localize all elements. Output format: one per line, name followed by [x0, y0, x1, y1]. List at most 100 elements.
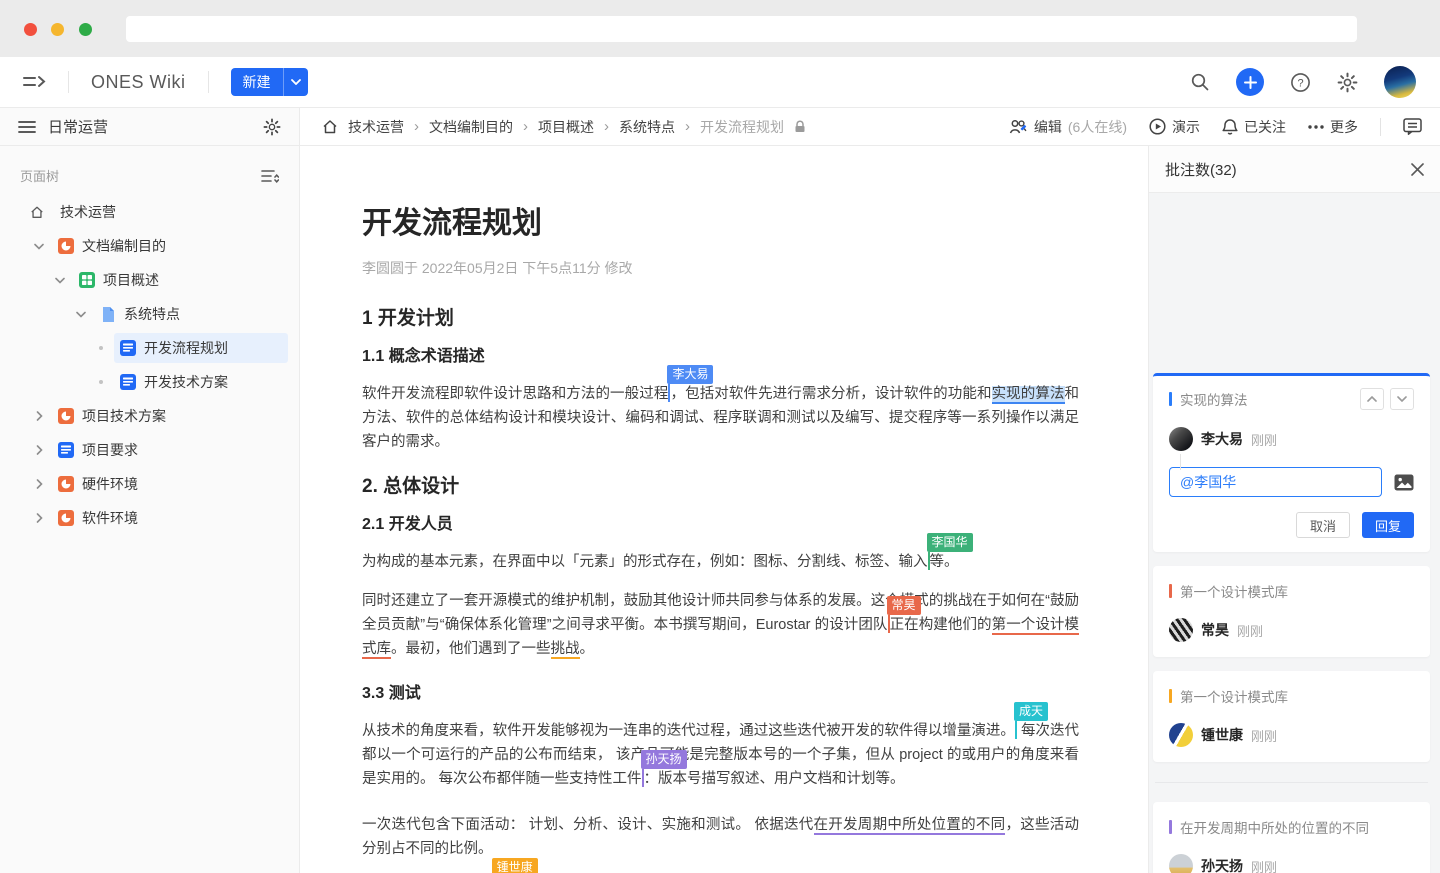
chevron-right-icon[interactable] [32, 411, 46, 421]
chevron-right-icon[interactable] [32, 445, 46, 455]
avatar [1169, 427, 1193, 451]
comments-list: 实现的算法 李大易 刚刚 [1149, 193, 1440, 873]
heading-1: 1 开发计划 [362, 308, 1079, 329]
comments-panel-header: 批注数(32) [1149, 146, 1440, 193]
window-minimize-button[interactable] [51, 23, 64, 36]
sidebar-collapse-icon[interactable] [22, 73, 46, 91]
chevron-down-icon[interactable] [74, 311, 88, 318]
breadcrumb-item[interactable]: 技术运营 [348, 117, 404, 137]
chevron-right-icon: › [523, 118, 528, 135]
menu-icon[interactable] [18, 120, 36, 134]
collab-cursor-label: 李大易 [667, 365, 713, 384]
comment-icon[interactable] [1403, 118, 1422, 135]
breadcrumb-item[interactable]: 文档编制目的 [429, 117, 513, 137]
window-zoom-button[interactable] [79, 23, 92, 36]
pie-page-icon [58, 238, 74, 254]
close-icon[interactable] [1411, 163, 1424, 176]
grid-page-icon [79, 272, 95, 288]
follow-button[interactable]: 已关注 [1222, 117, 1286, 137]
space-gear-icon[interactable] [263, 118, 281, 136]
comments-panel: 批注数(32) 实现的算法 李大易 刚刚 [1148, 146, 1440, 873]
tree-item-system-features[interactable]: 系统特点 [0, 297, 299, 331]
divider [208, 71, 209, 93]
heading-2-1: 2.1 开发人员 [362, 516, 1079, 534]
doc-page-icon [58, 442, 74, 458]
collab-cursor-label: 成天 [1014, 702, 1048, 721]
sidebar-header: 日常运营 [0, 108, 299, 146]
tree-item-project-overview[interactable]: 项目概述 [0, 263, 299, 297]
paragraph: 同时还建立了一套开源模式的维护机制，鼓励其他设计师共同参与体系的发展。这个模式的… [362, 589, 1079, 661]
help-icon[interactable]: ? [1290, 72, 1311, 93]
tree-item-project-requirements[interactable]: 项目要求 [0, 433, 299, 467]
more-button[interactable]: 更多 [1308, 117, 1358, 137]
chevron-right-icon[interactable] [32, 479, 46, 489]
collab-cursor-label: 李国华 [927, 533, 973, 552]
tree-item-doc-purpose[interactable]: 文档编制目的 [0, 229, 299, 263]
svg-text:?: ? [1297, 77, 1303, 89]
next-comment-button[interactable] [1390, 388, 1414, 410]
address-bar[interactable] [126, 16, 1357, 42]
quoted-text: 在开发周期中所处的位置的不同 [1180, 817, 1414, 837]
pie-page-icon [58, 510, 74, 526]
comment-time: 刚刚 [1251, 430, 1277, 449]
new-button-label[interactable]: 新建 [231, 68, 283, 96]
collab-caret: 李大易 [668, 384, 670, 402]
tree-item-dev-tech-plan[interactable]: 开发技术方案 [0, 365, 299, 399]
doc-page-icon [120, 340, 136, 356]
sidebar: 日常运营 页面树 技术运营 文档编制目的 [0, 108, 300, 873]
heading-3-3: 3.3 测试 [362, 685, 1079, 703]
space-title: 日常运营 [48, 116, 108, 137]
cancel-button[interactable]: 取消 [1296, 512, 1350, 538]
window-close-button[interactable] [24, 23, 37, 36]
annotation-underline[interactable]: 在开发周期中所处位置的不同 [814, 817, 1006, 835]
create-plus-icon[interactable] [1236, 68, 1264, 96]
comments-count-title: 批注数(32) [1165, 159, 1237, 180]
paragraph: 从技术的角度来看，软件开发能够视为一连串的迭代过程，通过这些迭代被开发的软件得以… [362, 719, 1079, 791]
user-avatar[interactable] [1384, 66, 1416, 98]
new-button-dropdown[interactable] [283, 68, 308, 96]
tree-item-project-tech-plan[interactable]: 项目技术方案 [0, 399, 299, 433]
collab-cursor-label: 孙天扬 [641, 750, 687, 769]
breadcrumb-item[interactable]: 项目概述 [538, 117, 594, 137]
home-icon[interactable] [322, 119, 338, 135]
chevron-right-icon: › [414, 118, 419, 135]
quoted-text: 第一个设计模式库 [1180, 581, 1414, 601]
new-button[interactable]: 新建 [231, 68, 308, 96]
annotation-highlight[interactable]: 实现的算法 [992, 386, 1065, 404]
paragraph: 一次迭代包含下面活动： 计划、分析、设计、实施和测试。 依据迭代在开发周期中所处… [362, 813, 1079, 861]
tree-item-tech-ops[interactable]: 技术运营 [0, 195, 299, 229]
collab-caret: 李国华 [928, 552, 930, 570]
bullet-icon [99, 380, 103, 384]
reply-input[interactable] [1169, 467, 1382, 497]
breadcrumb-item[interactable]: 系统特点 [619, 117, 675, 137]
reply-button[interactable]: 回复 [1362, 512, 1414, 538]
search-icon[interactable] [1190, 72, 1210, 92]
pie-page-icon [58, 408, 74, 424]
avatar [1169, 618, 1193, 642]
chevron-right-icon[interactable] [32, 513, 46, 523]
comment-author: 锺世康 [1201, 725, 1243, 745]
comment-card[interactable]: 在开发周期中所处的位置的不同 孙天扬 刚刚 [1153, 802, 1430, 873]
collab-caret: 常昊 [888, 615, 890, 633]
comment-card[interactable]: 第一个设计模式库 锺世康 刚刚 [1153, 671, 1430, 762]
prev-comment-button[interactable] [1360, 388, 1384, 410]
collab-caret: 成天 [1015, 721, 1017, 739]
chevron-right-icon: › [685, 118, 690, 135]
edit-button[interactable]: 编辑 (6人在线) [1009, 117, 1127, 137]
chevron-down-icon[interactable] [53, 277, 67, 284]
comment-card[interactable]: 第一个设计模式库 常昊 刚刚 [1153, 566, 1430, 657]
annotation-underline[interactable]: 挑战 [551, 641, 580, 659]
comment-author: 常昊 [1201, 620, 1229, 640]
tree-item-software-env[interactable]: 软件环境 [0, 501, 299, 535]
present-button[interactable]: 演示 [1149, 117, 1200, 137]
bullet-icon [99, 346, 103, 350]
heading-2: 2. 总体设计 [362, 476, 1079, 497]
chevron-down-icon[interactable] [32, 243, 46, 250]
comment-card-active: 实现的算法 李大易 刚刚 [1153, 373, 1430, 552]
image-icon[interactable] [1394, 474, 1414, 491]
gear-icon[interactable] [1337, 72, 1358, 93]
document-area: 开发流程规划 李圆圆于 2022年05月2日 下午5点11分 修改 1 开发计划… [300, 146, 1148, 873]
tree-item-dev-process-plan[interactable]: 开发流程规划 [0, 331, 299, 365]
sort-icon[interactable] [261, 169, 279, 183]
tree-item-hardware-env[interactable]: 硬件环境 [0, 467, 299, 501]
